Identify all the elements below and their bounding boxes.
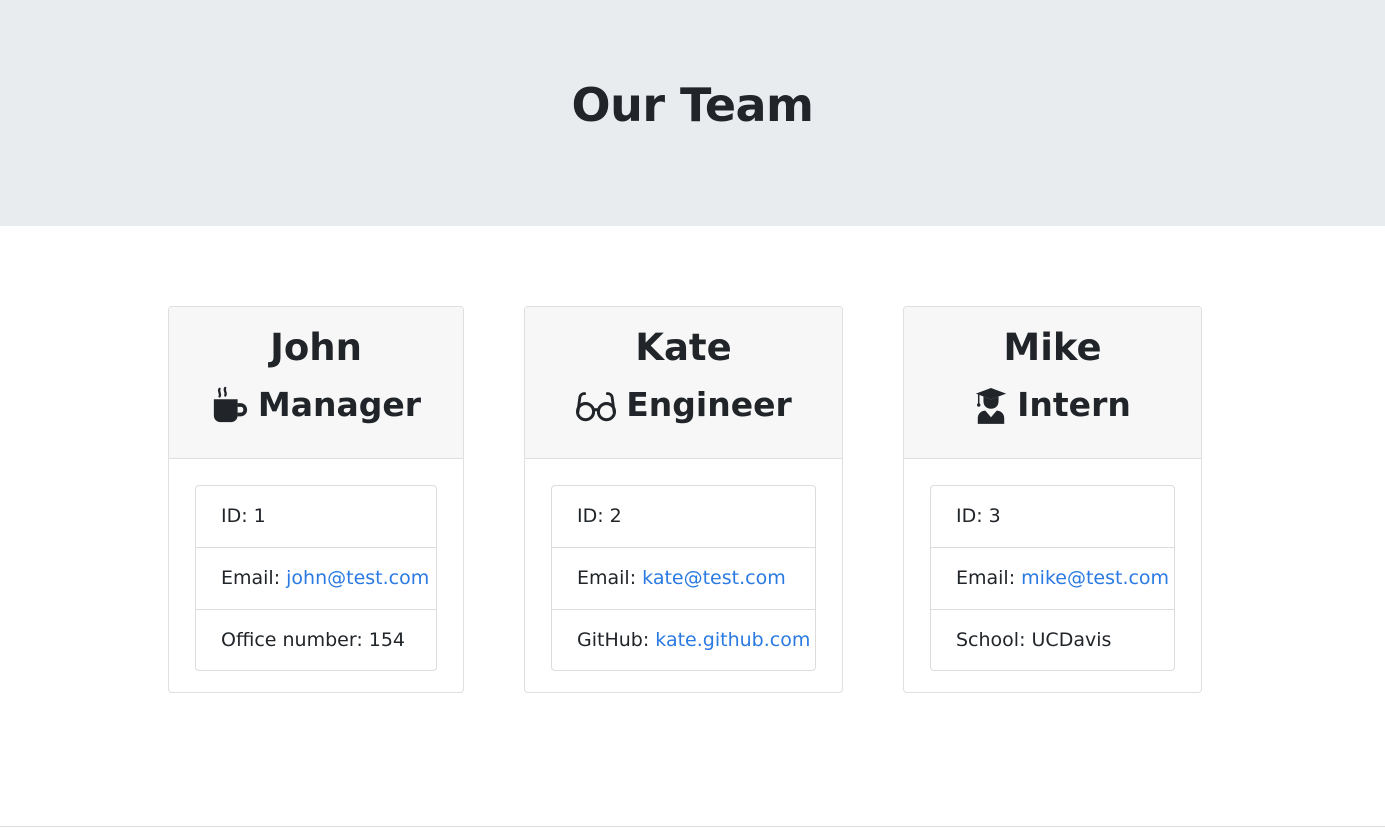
email-link[interactable]: kate@test.com bbox=[642, 567, 786, 589]
user-graduate-icon bbox=[974, 386, 1008, 424]
employee-name: John bbox=[270, 326, 362, 369]
email-label: Email: bbox=[577, 567, 643, 589]
employee-role: Manager bbox=[169, 383, 463, 427]
employee-role: Engineer bbox=[525, 383, 842, 427]
id-text: ID: 1 bbox=[221, 505, 266, 527]
role-label: Engineer bbox=[626, 385, 792, 424]
list-item-school: School: UCDavis bbox=[931, 610, 1174, 670]
list-item-github: GitHub: kate.github.com bbox=[552, 610, 815, 670]
list-item-email: Email: mike@test.com bbox=[931, 548, 1174, 610]
email-label: Email: bbox=[221, 567, 287, 589]
email-link[interactable]: mike@test.com bbox=[1021, 567, 1169, 589]
list-item-id: ID: 3 bbox=[931, 486, 1174, 548]
email-link[interactable]: john@test.com bbox=[286, 567, 429, 589]
employee-card-kate: Kate Engineer ID: 2 Email: kate@test.com… bbox=[524, 306, 843, 693]
card-header: Kate Engineer bbox=[525, 307, 842, 459]
page-title: Our Team bbox=[571, 78, 815, 132]
list-item-office: Office number: 154 bbox=[196, 610, 436, 670]
id-text: ID: 2 bbox=[577, 505, 622, 527]
school-text: School: UCDavis bbox=[956, 629, 1112, 651]
footer-divider bbox=[0, 826, 1385, 827]
employee-name: Mike bbox=[1003, 326, 1102, 369]
id-text: ID: 3 bbox=[956, 505, 1001, 527]
employee-details-list: ID: 1 Email: john@test.com Office number… bbox=[195, 485, 437, 671]
list-item-email: Email: kate@test.com bbox=[552, 548, 815, 610]
employee-card-mike: Mike Intern ID: 3 Email: mike@test.com S… bbox=[903, 306, 1202, 693]
employee-details-list: ID: 2 Email: kate@test.com GitHub: kate.… bbox=[551, 485, 816, 671]
email-label: Email: bbox=[956, 567, 1022, 589]
jumbotron-header: Our Team bbox=[0, 0, 1385, 226]
list-item-email: Email: john@test.com bbox=[196, 548, 436, 610]
card-header: Mike Intern bbox=[904, 307, 1201, 459]
card-header: John Manager bbox=[169, 307, 463, 459]
mug-hot-icon bbox=[211, 386, 249, 424]
role-label: Manager bbox=[257, 385, 422, 424]
employee-name: Kate bbox=[635, 326, 732, 369]
list-item-id: ID: 1 bbox=[196, 486, 436, 548]
list-item-id: ID: 2 bbox=[552, 486, 815, 548]
employee-details-list: ID: 3 Email: mike@test.com School: UCDav… bbox=[930, 485, 1175, 671]
office-number-text: Office number: 154 bbox=[221, 629, 406, 651]
employee-role: Intern bbox=[904, 383, 1201, 427]
employee-card-john: John Manager ID: 1 Email: john@test.com … bbox=[168, 306, 464, 693]
github-link[interactable]: kate.github.com bbox=[655, 629, 810, 651]
glasses-icon bbox=[575, 386, 617, 424]
github-label: GitHub: bbox=[577, 629, 656, 651]
role-label: Intern bbox=[1017, 385, 1131, 424]
